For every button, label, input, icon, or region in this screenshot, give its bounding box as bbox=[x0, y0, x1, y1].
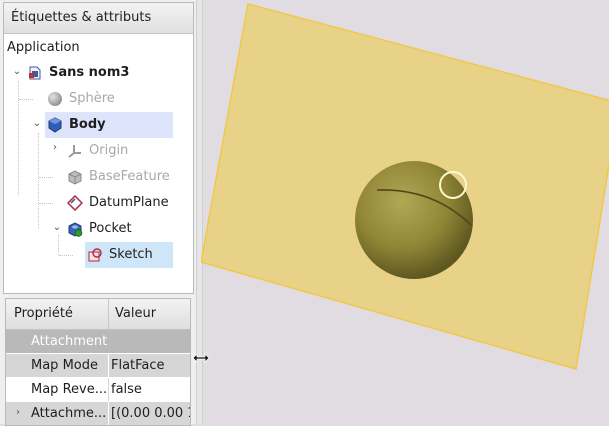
document-icon bbox=[27, 65, 43, 81]
property-value[interactable]: FlatFace bbox=[111, 354, 165, 377]
property-editor: Propriété Valeur Attachment Map Mode Fla… bbox=[5, 298, 191, 426]
property-group-attachment[interactable]: Attachment bbox=[6, 330, 190, 353]
property-row-map-mode[interactable]: Map Mode FlatFace bbox=[6, 354, 190, 377]
datum-plane-icon bbox=[66, 194, 84, 212]
property-value[interactable]: [(0.00 0.00 1. bbox=[111, 402, 190, 425]
tree-connector bbox=[59, 255, 73, 256]
column-divider bbox=[108, 402, 109, 425]
property-row-map-reversed[interactable]: Map Reve... false bbox=[6, 378, 190, 401]
property-value[interactable]: false bbox=[111, 378, 142, 401]
property-name: Map Reve... bbox=[31, 382, 107, 397]
property-name: Map Mode bbox=[31, 358, 98, 373]
left-panel: Étiquettes & attributs Application ⌄ San… bbox=[0, 0, 196, 426]
origin-icon bbox=[67, 143, 83, 159]
resize-cursor-icon bbox=[192, 351, 210, 365]
base-feature-icon bbox=[67, 169, 83, 185]
body-icon bbox=[47, 117, 63, 133]
column-divider bbox=[108, 378, 109, 401]
tree-section-application: Application bbox=[7, 40, 80, 55]
column-divider bbox=[108, 354, 109, 377]
sketch-icon bbox=[87, 247, 103, 263]
tree-connector bbox=[38, 133, 39, 229]
3d-viewport[interactable] bbox=[201, 0, 609, 424]
property-header: Propriété Valeur bbox=[6, 299, 190, 330]
column-header-property[interactable]: Propriété bbox=[14, 299, 73, 329]
collapse-arrow-icon[interactable]: › bbox=[50, 143, 60, 153]
tree-connector bbox=[39, 203, 53, 204]
tree-view-title: Étiquettes & attributs bbox=[4, 3, 193, 34]
expand-arrow-icon[interactable]: › bbox=[13, 408, 23, 418]
column-divider bbox=[108, 299, 109, 329]
property-row-attachment-offset[interactable]: › Attachme... [(0.00 0.00 1. bbox=[6, 402, 190, 425]
pocket-icon bbox=[67, 221, 83, 237]
sphere-shape[interactable] bbox=[355, 161, 473, 279]
tree-view-panel: Étiquettes & attributs Application ⌄ San… bbox=[3, 2, 194, 294]
tree-connector bbox=[19, 99, 33, 100]
expand-arrow-icon[interactable]: ⌄ bbox=[32, 119, 42, 129]
tree-connector bbox=[58, 235, 59, 255]
column-header-value[interactable]: Valeur bbox=[115, 299, 156, 329]
selection-highlight bbox=[45, 112, 173, 138]
property-name: Attachme... bbox=[31, 406, 107, 421]
expand-arrow-icon[interactable]: ⌄ bbox=[12, 67, 22, 77]
sphere-icon bbox=[47, 91, 63, 107]
tree-connector bbox=[39, 177, 53, 178]
expand-arrow-icon[interactable]: ⌄ bbox=[52, 223, 62, 233]
3d-scene[interactable] bbox=[201, 0, 609, 424]
